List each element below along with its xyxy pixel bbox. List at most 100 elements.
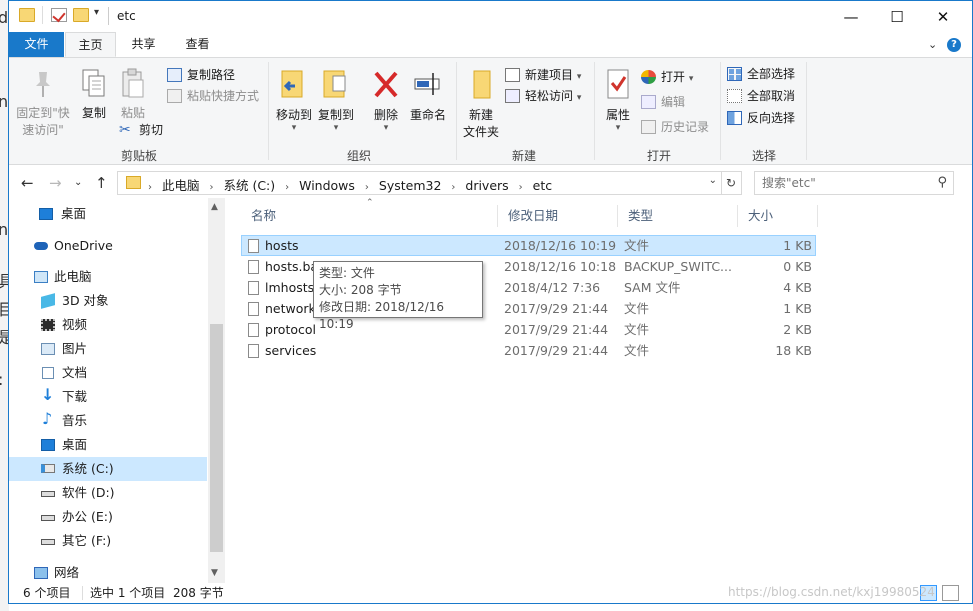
paste-shortcut-button[interactable]: 粘贴快捷方式	[167, 86, 259, 106]
file-date: 2018/12/16 10:18	[504, 259, 617, 274]
close-button[interactable]: ✕	[920, 1, 966, 32]
select-all-label: 全部选择	[747, 67, 796, 81]
properties-button[interactable]: 属性 ▾	[600, 68, 636, 133]
documents-icon	[42, 367, 54, 379]
refresh-button[interactable]: ↻	[721, 171, 742, 195]
up-arrow-icon[interactable]: ↑	[95, 174, 108, 192]
search-icon[interactable]: ⚲	[937, 175, 947, 190]
delete-button[interactable]: 删除 ▾	[367, 68, 405, 133]
expand-ribbon-chevron-icon[interactable]: ⌄	[928, 38, 937, 51]
breadcrumb-separator-icon: ›	[148, 182, 152, 193]
navigation-scrollbar[interactable]: ▲ ▼	[208, 198, 225, 583]
new-folder-quick-access-icon[interactable]	[73, 8, 89, 22]
file-explorer-window: ▾ etc — ☐ ✕ 文件 主页 共享 查看 ⌄ ? 固定到"快 速访问" 复…	[8, 0, 973, 604]
nav-item-label: 桌面	[62, 437, 88, 452]
nav-item-onedrive[interactable]: OneDrive	[9, 234, 207, 258]
select-group-label: 选择	[751, 149, 776, 163]
breadcrumb-this-pc[interactable]: 此电脑	[162, 175, 200, 194]
nav-item-other-f[interactable]: 其它 (F:)	[9, 529, 207, 553]
back-arrow-icon[interactable]: ←	[21, 174, 34, 192]
copy-path-label: 复制路径	[187, 68, 236, 82]
nav-item-documents[interactable]: 文档	[9, 361, 207, 385]
new-folder-icon	[473, 70, 491, 99]
nav-item-desktop-quick[interactable]: 桌面	[9, 202, 207, 226]
item-count: 6 个项目	[23, 586, 71, 600]
copy-to-label: 复制到	[317, 108, 354, 122]
nav-item-office-e[interactable]: 办公 (E:)	[9, 505, 207, 529]
open-label: 打开	[661, 70, 686, 84]
column-header-name[interactable]: 名称	[241, 205, 498, 227]
history-button[interactable]: 历史记录	[641, 117, 709, 137]
tooltip-modified: 修改日期: 2018/12/16 10:19	[319, 300, 445, 331]
new-item-button[interactable]: 新建项目 ▾	[505, 65, 581, 85]
copy-to-button[interactable]: 复制到 ▾	[316, 68, 356, 133]
breadcrumb-system-c[interactable]: 系统 (C:)	[223, 175, 275, 194]
paste-icon	[122, 68, 144, 98]
file-icon	[248, 281, 259, 295]
file-size: 4 KB	[783, 280, 812, 295]
nav-item-downloads[interactable]: ↓ 下载	[9, 385, 207, 409]
delete-chevron-icon: ▾	[383, 123, 389, 133]
easy-access-button[interactable]: 轻松访问 ▾	[505, 86, 581, 106]
help-icon[interactable]: ?	[947, 38, 961, 52]
open-button[interactable]: 打开 ▾	[641, 67, 693, 87]
rename-button[interactable]: 重命名	[407, 68, 449, 124]
recent-locations-chevron-icon[interactable]: ⌄	[74, 177, 82, 188]
nav-item-3d-objects[interactable]: 3D 对象	[9, 289, 207, 313]
tab-file[interactable]: 文件	[9, 32, 64, 57]
open-icon	[641, 70, 656, 84]
file-row[interactable]: services 2017/9/29 21:44 文件 18 KB	[241, 340, 816, 361]
pin-icon	[36, 72, 50, 97]
nav-item-network[interactable]: 网络	[9, 561, 207, 583]
column-header-date[interactable]: 修改日期	[498, 205, 618, 227]
minimize-button[interactable]: —	[828, 1, 874, 32]
select-none-button[interactable]: 全部取消	[727, 86, 795, 106]
nav-item-this-pc[interactable]: 此电脑	[9, 265, 207, 289]
scroll-down-icon[interactable]: ▼	[211, 568, 218, 578]
edit-button[interactable]: 编辑	[641, 92, 685, 112]
tab-home[interactable]: 主页	[65, 32, 116, 57]
search-input[interactable]	[762, 172, 932, 193]
large-icons-view-icon[interactable]	[942, 585, 959, 601]
customize-quick-access-chevron-icon[interactable]: ▾	[94, 7, 99, 18]
file-date: 2017/9/29 21:44	[504, 301, 609, 316]
maximize-button[interactable]: ☐	[874, 1, 920, 32]
new-folder-button[interactable]: 新建 文件夹	[461, 68, 501, 141]
scrollbar-thumb[interactable]	[210, 324, 223, 552]
tab-share[interactable]: 共享	[121, 32, 166, 57]
move-to-button[interactable]: 移动到 ▾	[274, 68, 314, 133]
address-dropdown-chevron-icon[interactable]: ⌄	[709, 175, 717, 186]
file-row[interactable]: hosts 2018/12/16 10:19 文件 1 KB	[241, 235, 816, 256]
edit-label: 编辑	[661, 95, 686, 109]
breadcrumb-separator-icon: ›	[518, 182, 523, 193]
nav-item-videos[interactable]: 视频	[9, 313, 207, 337]
nav-item-music[interactable]: ♪ 音乐	[9, 409, 207, 433]
breadcrumb-windows[interactable]: Windows	[299, 178, 355, 193]
properties-label: 属性	[605, 108, 630, 122]
address-bar[interactable]: › 此电脑 › 系统 (C:) › Windows › System32 › d…	[117, 171, 722, 195]
invert-selection-button[interactable]: 反向选择	[727, 108, 795, 128]
paste-button[interactable]: 粘贴	[115, 68, 151, 122]
scroll-up-icon[interactable]: ▲	[211, 202, 218, 212]
breadcrumb-system32[interactable]: System32	[379, 178, 442, 193]
column-header-size[interactable]: 大小	[738, 205, 818, 227]
nav-item-pictures[interactable]: 图片	[9, 337, 207, 361]
select-all-button[interactable]: 全部选择	[727, 64, 795, 84]
forward-arrow-icon[interactable]: →	[49, 174, 62, 192]
breadcrumb-etc[interactable]: etc	[533, 178, 552, 193]
breadcrumb-drivers[interactable]: drivers	[465, 178, 508, 193]
file-name: services	[265, 343, 317, 358]
column-header-type[interactable]: 类型	[618, 205, 738, 227]
copy-path-button[interactable]: 复制路径	[167, 65, 235, 85]
nav-item-system-c[interactable]: 系统 (C:)	[9, 457, 207, 481]
pin-to-quick-access-button[interactable]: 固定到"快 速访问"	[13, 70, 73, 139]
nav-item-software-d[interactable]: 软件 (D:)	[9, 481, 207, 505]
tab-view[interactable]: 查看	[175, 32, 220, 57]
cut-label: 剪切	[139, 123, 164, 137]
properties-icon	[607, 69, 629, 99]
nav-item-desktop[interactable]: 桌面	[9, 433, 207, 457]
copy-button[interactable]: 复制	[77, 68, 111, 122]
cut-button[interactable]: ✂ 剪切	[119, 120, 163, 140]
properties-quick-access-icon[interactable]	[51, 8, 67, 22]
file-type: 文件	[624, 322, 650, 337]
